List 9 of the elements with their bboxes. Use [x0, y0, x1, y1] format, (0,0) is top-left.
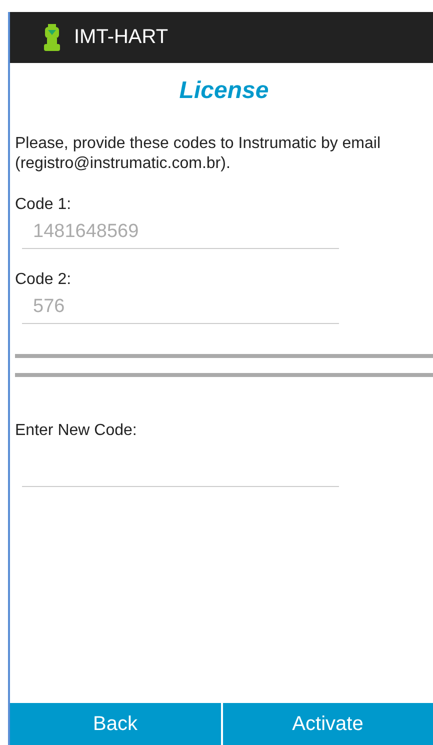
app-title: IMT-HART — [74, 26, 168, 49]
field-label: Code 2: — [15, 271, 72, 289]
action-button[interactable]: Back — [10, 703, 220, 745]
field-label: Code 1: — [15, 196, 72, 214]
instructions-text: Please, provide these codes to Instrumatic by email (registro@instrumatic.com.br). — [15, 134, 382, 174]
robot-icon — [42, 24, 62, 52]
action-button[interactable]: Activate — [222, 703, 433, 745]
field-label: Enter New Code: — [15, 422, 138, 440]
page-heading: License — [178, 77, 270, 105]
